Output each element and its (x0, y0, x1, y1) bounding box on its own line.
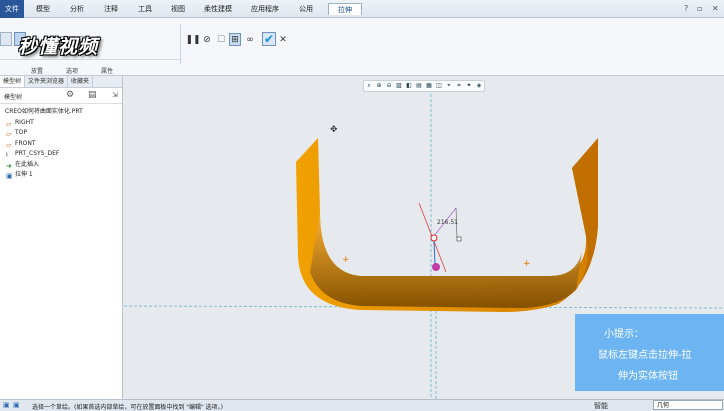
right-label: RIGHT (15, 118, 34, 126)
status-message: 选择一个草绘。(如果首选内部草绘，可在放置面板中找到 "编辑" 选项。) (32, 404, 224, 411)
top-label: TOP (15, 129, 28, 136)
extrude-label: 拉伸 1 (15, 171, 33, 178)
settings-icon[interactable]: ⚙ (66, 90, 74, 100)
tip-box: 小提示： 鼠标左键点击拉伸-拉 伸为实体按钮 (575, 314, 724, 391)
tab-extrude[interactable]: 拉伸 (328, 3, 362, 15)
csys-origin-marker (432, 263, 440, 271)
group-properties[interactable]: 属性 (101, 66, 113, 75)
front-label: FRONT (15, 139, 36, 147)
status-icon: ▣ (13, 401, 20, 409)
status-bar: ▣ ▣ 选择一个草绘。(如果首选内部草绘，可在放置面板中找到 "编辑" 选项。)… (0, 399, 724, 411)
insert-label: 在此插入 (15, 160, 40, 168)
tree-item-top[interactable]: ▱ TOP (0, 128, 122, 139)
tab-annotate[interactable]: 注释 (98, 3, 124, 15)
preview-icon[interactable]: ☐ (215, 34, 227, 46)
drag-handle-icon[interactable] (430, 234, 438, 242)
csys-label: PRT_CSYS_DEF (15, 150, 60, 157)
pause-icon[interactable]: ❚❚ (185, 34, 200, 46)
tree-list: CREO如何将曲面实体化.PRT ▱ RIGHT ▱ TOP ▱ FRONT ⟊… (0, 104, 122, 181)
status-icon: ▣ (3, 401, 10, 409)
restore-icon[interactable]: ▫ (697, 4, 702, 13)
no-preview-icon[interactable]: ⊘ (202, 34, 212, 46)
tab-flexible-modeling[interactable]: 柔性建模 (198, 3, 238, 15)
tree-item-part[interactable]: CREO如何将曲面实体化.PRT (0, 107, 122, 118)
tree-item-insert-here[interactable]: ➜ 在此插入 (0, 160, 122, 171)
model-tree-panel: 模型树 文件夹浏览器 收藏夹 模型树 ⚙ ▤ ⇲ CREO如何将曲面实体化.PR… (0, 76, 123, 399)
file-menu[interactable]: 文件 (0, 0, 24, 18)
filter-label[interactable]: 智能 (594, 401, 608, 411)
tree-toolbar: 模型树 ⚙ ▤ ⇲ (0, 88, 122, 104)
verify-icon[interactable]: ⊞ (229, 33, 241, 46)
tip-line-2: 伸为实体按钮 (618, 371, 678, 382)
close-icon[interactable]: ✕ (712, 4, 719, 13)
cursor-icon: ✥ (330, 125, 338, 135)
tab-analysis[interactable]: 分析 (64, 3, 90, 15)
tab-applications[interactable]: 应用程序 (245, 3, 285, 15)
filter-select[interactable]: 几何 (653, 400, 723, 410)
extrude-icon: ▣ (6, 172, 13, 180)
tab-common[interactable]: 公用 (293, 3, 319, 15)
tree-item-right[interactable]: ▱ RIGHT (0, 118, 122, 129)
tree-item-front[interactable]: ▱ FRONT (0, 139, 122, 150)
cancel-icon[interactable]: ✕ (278, 34, 288, 46)
expand-icon[interactable]: ⇲ (112, 91, 118, 99)
solid-icon[interactable] (0, 32, 12, 46)
tree-item-csys[interactable]: ⟊ PRT_CSYS_DEF (0, 149, 122, 160)
ribbon: 216.51 ⟲ ❚❚ ⊘ ☐ ⊞ ∞ ✔ ✕ 放置 选项 属性 秒懂视频 (0, 18, 724, 76)
tab-model-tree[interactable]: 模型树 (0, 76, 26, 87)
tree-item-extrude[interactable]: ▣ 拉伸 1 (0, 170, 122, 181)
help-icon[interactable]: ? (684, 4, 688, 13)
menu-bar: 文件 模型 分析 注释 工具 视图 柔性建模 应用程序 公用 拉伸 ? ▫ ✕ (0, 0, 724, 18)
group-options[interactable]: 选项 (66, 66, 78, 75)
tab-folder-browser[interactable]: 文件夹浏览器 (25, 76, 69, 87)
part-label: CREO如何将曲面实体化.PRT (5, 108, 83, 115)
tab-view[interactable]: 视图 (165, 3, 191, 15)
group-placement[interactable]: 放置 (31, 66, 43, 75)
datum-point-marker: + (342, 255, 350, 265)
drag-handle-square[interactable] (456, 236, 462, 242)
tab-tools[interactable]: 工具 (132, 3, 158, 15)
tab-favorites[interactable]: 收藏夹 (68, 76, 94, 87)
panel-tabs: 模型树 文件夹浏览器 收藏夹 (0, 76, 122, 88)
tab-model[interactable]: 模型 (30, 3, 56, 15)
watermark-logo: 秒懂视频 (18, 36, 99, 58)
dimension-label[interactable]: 216.51 (437, 219, 458, 226)
tip-title: 小提示： (604, 329, 644, 340)
glasses-icon[interactable]: ∞ (244, 34, 256, 46)
show-icon[interactable]: ▤ (88, 90, 97, 100)
tip-line-1: 鼠标左键点击拉伸-拉 (598, 350, 692, 361)
ribbon-separator (180, 24, 181, 64)
tree-title: 模型树 (4, 94, 23, 101)
extrude-bottom-face (310, 212, 582, 308)
ok-check-icon[interactable]: ✔ (262, 32, 276, 46)
datum-point-marker: + (523, 259, 531, 269)
